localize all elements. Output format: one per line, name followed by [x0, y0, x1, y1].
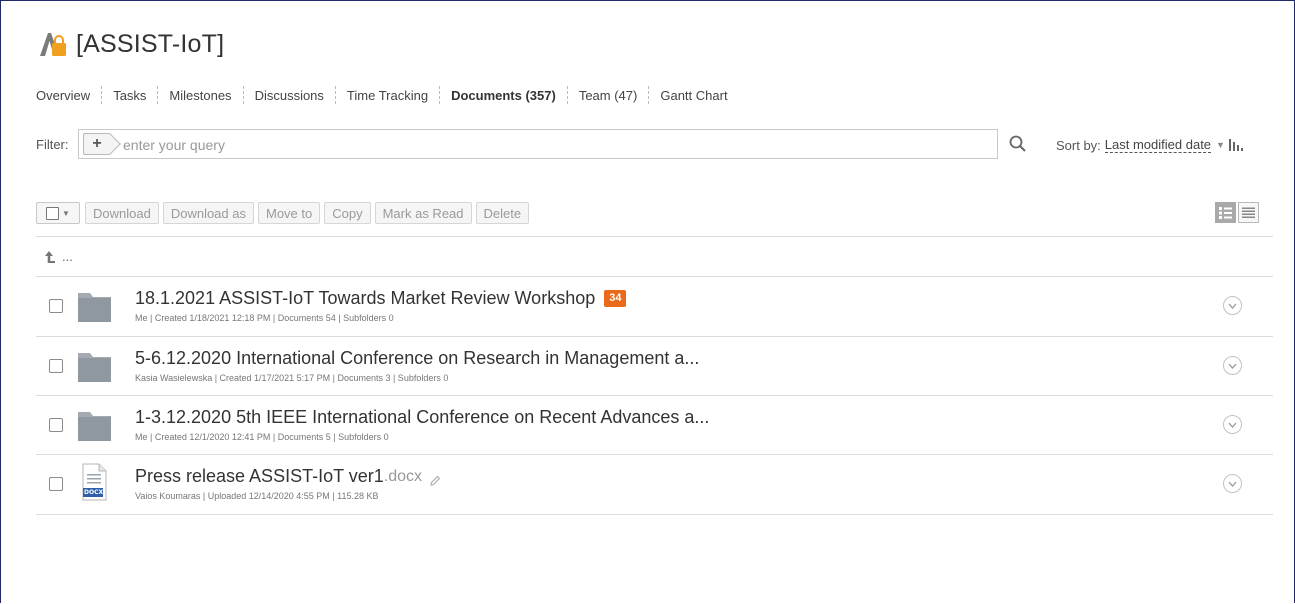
list-item[interactable]: DOCX Press release ASSIST-IoT ver1 .docx… [36, 455, 1273, 513]
download-as-button[interactable]: Download as [162, 202, 254, 224]
arrow-up-icon [44, 250, 56, 264]
row-checkbox[interactable] [49, 299, 63, 313]
file-name[interactable]: Press release ASSIST-IoT ver1 [135, 466, 384, 487]
divider [36, 236, 1273, 237]
tab-discussions[interactable]: Discussions [244, 88, 335, 103]
item-menu-button[interactable] [1223, 415, 1242, 434]
tab-team[interactable]: Team (47) [568, 88, 649, 103]
select-all-checkbox[interactable]: ▼ [36, 202, 80, 224]
list-item[interactable]: 5-6.12.2020 International Conference on … [36, 337, 1273, 395]
detailed-list-icon [1219, 206, 1232, 219]
compact-list-icon [1242, 207, 1255, 218]
item-menu-button[interactable] [1223, 474, 1242, 493]
chevron-down-icon [1228, 481, 1237, 487]
delete-button[interactable]: Delete [475, 202, 530, 224]
sort-control: Sort by: Last modified date ▼ [1056, 137, 1243, 153]
item-meta: Me | Created 12/1/2020 12:41 PM | Docume… [135, 432, 389, 442]
tab-milestones[interactable]: Milestones [158, 88, 242, 103]
new-items-badge: 34 [604, 290, 627, 307]
divider [36, 514, 1273, 515]
tab-tasks[interactable]: Tasks [102, 88, 157, 103]
file-title[interactable]: Press release ASSIST-IoT ver1 .docx [135, 466, 441, 487]
sort-order-icon[interactable] [1228, 139, 1243, 151]
item-meta: Kasia Wasielewska | Created 1/17/2021 5:… [135, 373, 449, 383]
compact-view-button[interactable] [1238, 202, 1259, 223]
folder-title[interactable]: 5-6.12.2020 International Conference on … [135, 348, 699, 369]
move-to-button[interactable]: Move to [257, 202, 321, 224]
chevron-down-icon[interactable]: ▼ [62, 209, 70, 218]
parent-folder-link[interactable]: ... [44, 249, 73, 264]
filter-box: + [78, 129, 998, 159]
sort-dropdown[interactable]: Last modified date [1104, 137, 1212, 153]
folder-icon [78, 408, 111, 442]
filter-label: Filter: [36, 137, 69, 152]
folder-name[interactable]: 1-3.12.2020 5th IEEE International Confe… [135, 407, 709, 428]
file-type-label: DOCX [84, 489, 104, 496]
item-meta: Me | Created 1/18/2021 12:18 PM | Docume… [135, 313, 394, 323]
list-item[interactable]: 18.1.2021 ASSIST-IoT Towards Market Revi… [36, 277, 1273, 335]
list-item[interactable]: 1-3.12.2020 5th IEEE International Confe… [36, 396, 1273, 454]
item-menu-button[interactable] [1223, 296, 1242, 315]
folder-name[interactable]: 18.1.2021 ASSIST-IoT Towards Market Revi… [135, 288, 595, 309]
chevron-down-icon[interactable]: ▼ [1216, 140, 1225, 150]
chevron-down-icon [1228, 363, 1237, 369]
view-toggle [1215, 202, 1259, 223]
folder-name[interactable]: 5-6.12.2020 International Conference on … [135, 348, 699, 369]
download-button[interactable]: Download [85, 202, 159, 224]
folder-title[interactable]: 1-3.12.2020 5th IEEE International Confe… [135, 407, 709, 428]
folder-icon [78, 289, 111, 323]
search-icon[interactable] [1008, 134, 1028, 154]
item-menu-button[interactable] [1223, 356, 1242, 375]
chevron-down-icon [1228, 422, 1237, 428]
chevron-down-icon [1228, 303, 1237, 309]
docx-file-icon: DOCX [80, 463, 108, 501]
project-title: [ASSIST-IoT] [76, 29, 225, 58]
sort-label: Sort by: [1056, 137, 1101, 153]
tab-time-tracking[interactable]: Time Tracking [336, 88, 439, 103]
checkbox[interactable] [46, 206, 60, 220]
row-checkbox[interactable] [49, 418, 63, 432]
folder-title[interactable]: 18.1.2021 ASSIST-IoT Towards Market Revi… [135, 288, 627, 309]
mark-as-read-button[interactable]: Mark as Read [374, 202, 472, 224]
copy-button[interactable]: Copy [324, 202, 371, 224]
add-filter-button[interactable]: + [83, 133, 111, 155]
tab-overview[interactable]: Overview [36, 88, 101, 103]
folder-icon [78, 349, 111, 383]
file-extension: .docx [383, 467, 423, 485]
tab-documents[interactable]: Documents (357) [440, 88, 567, 103]
detailed-view-button[interactable] [1215, 202, 1236, 223]
row-checkbox[interactable] [49, 359, 63, 373]
tab-gantt-chart[interactable]: Gantt Chart [649, 88, 738, 103]
item-meta: Vaios Koumaras | Uploaded 12/14/2020 4:5… [135, 491, 379, 501]
action-toolbar: ▼ Download Download as Move to Copy Mark… [36, 202, 533, 224]
project-icon [36, 29, 70, 59]
pencil-icon[interactable] [429, 471, 441, 486]
project-nav: Overview Tasks Milestones Discussions Ti… [36, 86, 739, 104]
parent-folder-label: ... [62, 249, 73, 264]
filter-input[interactable] [121, 134, 985, 156]
project-header: [ASSIST-IoT] [36, 28, 224, 60]
row-checkbox[interactable] [49, 477, 63, 491]
